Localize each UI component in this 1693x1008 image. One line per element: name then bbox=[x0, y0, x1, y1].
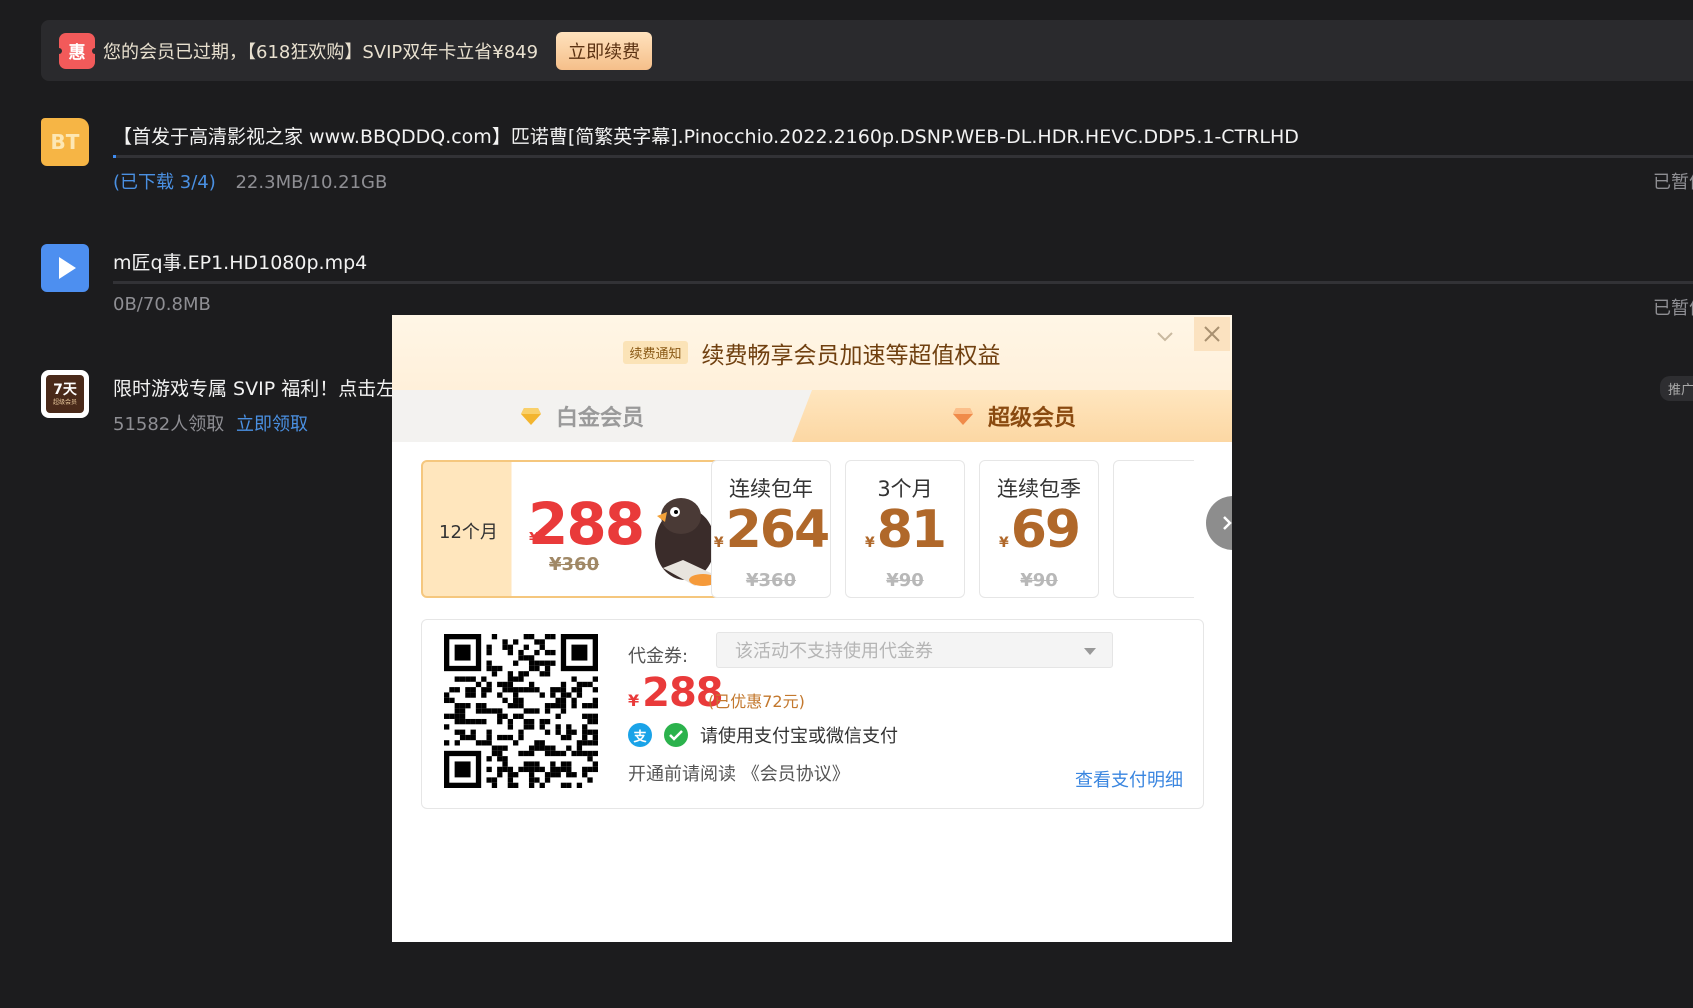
payment-detail-link[interactable]: 查看支付明细 bbox=[1075, 766, 1183, 792]
promo-tag: 推广 bbox=[1660, 376, 1693, 401]
promo-icon-sub: 超级会员 bbox=[52, 398, 77, 406]
download-progress-bar bbox=[113, 281, 1693, 284]
payment-method-text: 请使用支付宝或微信支付 bbox=[700, 726, 898, 747]
download-status: 已暂停 bbox=[1653, 298, 1693, 319]
file-size: 0B/70.8MB bbox=[113, 294, 211, 315]
plan-card-partial[interactable] bbox=[1113, 460, 1194, 598]
wechat-pay-icon bbox=[664, 723, 688, 747]
mascot-icon bbox=[655, 498, 717, 586]
plan-price: ¥264 bbox=[712, 503, 830, 570]
claim-now-link[interactable]: 立即领取 bbox=[236, 414, 308, 435]
discount-text: (已优惠72元) bbox=[708, 692, 805, 711]
tab-platinum[interactable]: 白金会员 bbox=[392, 390, 812, 442]
segments-downloaded: (已下载 3/4) bbox=[113, 172, 216, 193]
plan-title: 3个月 bbox=[877, 477, 933, 501]
promo-title: 限时游戏专属 SVIP 福利！点击左 bbox=[113, 378, 396, 400]
coupon-select-value: 该活动不支持使用代金券 bbox=[735, 641, 933, 662]
plan-title: 连续包年 bbox=[729, 477, 813, 501]
coupon-select[interactable]: 该活动不支持使用代金券 bbox=[716, 632, 1113, 668]
chevron-right-icon bbox=[1223, 516, 1232, 530]
plan-price-value: 69 bbox=[1010, 500, 1081, 560]
renewal-banner: 惠 您的会员已过期，【618狂欢购】SVIP双年卡立省¥849 立即续费 bbox=[41, 20, 1693, 81]
coupon-badge-icon: 惠 bbox=[56, 32, 98, 69]
plan-price: ¥69 bbox=[980, 503, 1098, 570]
plan-price-value: 264 bbox=[725, 500, 831, 560]
plan-card[interactable]: 连续包季 ¥69 ¥90 bbox=[979, 460, 1099, 598]
plan-price: ¥81 bbox=[846, 503, 964, 570]
diamond-icon bbox=[953, 408, 973, 425]
plan-original-price: ¥90 bbox=[886, 570, 924, 591]
alipay-icon: 支 bbox=[628, 723, 652, 747]
file-size: 22.3MB/10.21GB bbox=[235, 172, 388, 193]
video-file-icon bbox=[41, 244, 89, 292]
caret-down-icon bbox=[1084, 648, 1096, 655]
tab-super-label: 超级会员 bbox=[988, 406, 1077, 431]
bt-file-icon: BT bbox=[41, 118, 89, 166]
chevron-down-icon[interactable] bbox=[1152, 323, 1178, 349]
notice-tag: 续费通知 bbox=[623, 341, 688, 364]
play-icon bbox=[58, 257, 76, 279]
currency-symbol: ¥ bbox=[713, 535, 724, 551]
currency-symbol: ¥ bbox=[998, 535, 1009, 551]
close-icon[interactable] bbox=[1194, 317, 1230, 351]
payment-qr-code bbox=[444, 634, 598, 788]
renew-now-button[interactable]: 立即续费 bbox=[556, 31, 653, 70]
plan-original-price: ¥90 bbox=[1020, 570, 1058, 591]
plan-title: 连续包季 bbox=[997, 477, 1081, 501]
download-progress-bar bbox=[113, 155, 1693, 158]
download-item[interactable]: m匠q事.EP1.HD1080p.mp4 0B/70.8MB 已暂停 bbox=[41, 244, 1693, 324]
plan-card[interactable]: 3个月 ¥81 ¥90 bbox=[845, 460, 965, 598]
tab-platinum-label: 白金会员 bbox=[556, 406, 645, 431]
payment-methods: 支 请使用支付宝或微信支付 bbox=[628, 722, 898, 748]
plan-period: 12个月 bbox=[439, 522, 498, 543]
download-meta: (已下载 3/4) 22.3MB/10.21GB bbox=[113, 168, 387, 194]
modal-header: 续费通知 续费畅享会员加速等超值权益 bbox=[392, 315, 1232, 390]
plan-card-selected[interactable]: 12个月 ¥ 288 ¥360 bbox=[421, 460, 720, 598]
coupon-label: 代金券: bbox=[628, 646, 689, 667]
svip-7day-icon: 7天 超级会员 bbox=[41, 370, 89, 418]
promo-icon-title: 7天 bbox=[53, 381, 77, 398]
plan-list: 12个月 ¥ 288 ¥360 连续包年 ¥264 ¥360 3个月 ¥81 ¥… bbox=[421, 460, 1194, 600]
download-item[interactable]: BT 【首发于高清影视之家 www.BBQDDQ.com】匹诺曹[简繁英字幕].… bbox=[41, 118, 1693, 198]
plan-original-price: ¥360 bbox=[745, 570, 797, 591]
file-name: 【首发于高清影视之家 www.BBQDDQ.com】匹诺曹[简繁英字幕].Pin… bbox=[113, 126, 1299, 148]
currency-symbol: ¥ bbox=[628, 691, 639, 710]
member-agreement-link[interactable]: 开通前请阅读 《会员协议》 bbox=[628, 760, 850, 786]
diamond-icon bbox=[521, 408, 541, 425]
next-plans-button[interactable] bbox=[1206, 496, 1232, 550]
payment-panel: 代金券: 该活动不支持使用代金券 ¥288 (已优惠72元) 支 请使用支付宝或… bbox=[421, 619, 1204, 809]
currency-symbol: ¥ bbox=[864, 535, 875, 551]
modal-title: 续费畅享会员加速等超值权益 bbox=[701, 342, 1001, 369]
promo-meta: 51582人领取 立即领取 bbox=[113, 410, 308, 436]
claimed-count: 51582人领取 bbox=[113, 414, 225, 435]
renewal-modal: 续费通知 续费畅享会员加速等超值权益 白金会员 超级会员 12个月 ¥ 288 … bbox=[392, 315, 1232, 942]
banner-text: 您的会员已过期，【618狂欢购】SVIP双年卡立省¥849 bbox=[103, 41, 539, 63]
progress-fill bbox=[113, 155, 117, 158]
plan-original-price: ¥360 bbox=[549, 554, 600, 575]
file-name: m匠q事.EP1.HD1080p.mp4 bbox=[113, 252, 368, 274]
plan-price-value: 81 bbox=[876, 500, 947, 560]
membership-tabs: 白金会员 超级会员 bbox=[392, 390, 1232, 442]
tab-super[interactable]: 超级会员 bbox=[792, 390, 1232, 442]
plan-price: 288 bbox=[528, 490, 645, 558]
download-status: 已暂停 bbox=[1653, 172, 1693, 193]
plan-card[interactable]: 连续包年 ¥264 ¥360 bbox=[711, 460, 831, 598]
